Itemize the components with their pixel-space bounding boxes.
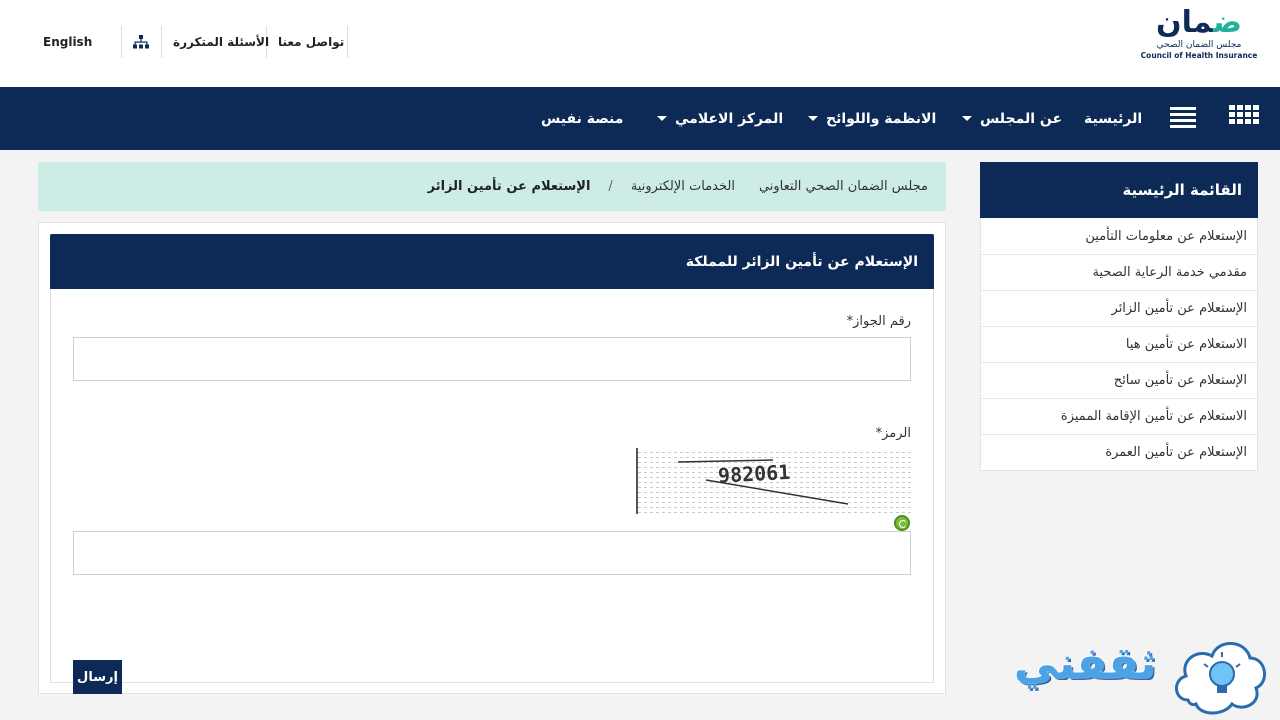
passport-number-label: رقم الجواز* — [846, 314, 911, 329]
breadcrumb-separator: / — [608, 179, 613, 194]
lightbulb-cloud-icon — [1175, 642, 1266, 715]
council-logo[interactable]: ضمان مجلس الضمان الصحي Council of Health… — [1140, 6, 1258, 66]
breadcrumb-home[interactable]: مجلس الضمان الصحي التعاوني — [759, 179, 928, 194]
captcha-code-input[interactable] — [73, 531, 911, 575]
captcha-code-label: الرمز* — [875, 426, 911, 441]
nav-about[interactable]: عن المجلس — [962, 87, 1062, 150]
nav-media-center[interactable]: المركز الاعلامي — [657, 87, 783, 150]
logo-main-text: ضمان — [1156, 5, 1242, 40]
breadcrumb: مجلس الضمان الصحي التعاوني الخدمات الإلك… — [38, 162, 946, 211]
contact-link[interactable]: تواصل معنا — [278, 35, 344, 49]
sidebar-title: القائمة الرئيسية — [980, 162, 1258, 218]
hamburger-menu-icon[interactable] — [1170, 105, 1196, 131]
submit-button[interactable]: إرسال — [73, 660, 122, 694]
nav-about-label: عن المجلس — [980, 110, 1063, 127]
chevron-down-icon — [808, 116, 818, 121]
top-header: ضمان مجلس الضمان الصحي Council of Health… — [0, 0, 1280, 87]
sitemap-icon[interactable] — [133, 35, 149, 49]
sidebar-item-insurance-info[interactable]: الإستعلام عن معلومات التأمين — [981, 218, 1257, 254]
nav-media-label: المركز الاعلامي — [675, 110, 784, 127]
top-divider — [347, 26, 348, 58]
language-switch-link[interactable]: English — [43, 35, 92, 49]
breadcrumb-current: الإستعلام عن تأمين الزائر — [427, 179, 591, 194]
captcha-image: 982061 — [636, 448, 911, 514]
sidebar-item-healthcare-providers[interactable]: مقدمي خدمة الرعاية الصحية — [981, 254, 1257, 290]
nav-nafees-platform[interactable]: منصة نفيس — [541, 87, 623, 150]
sidebar-item-premium-residency-insurance[interactable]: الاستعلام عن تأمين الإقامة المميزة — [981, 398, 1257, 434]
sidebar-item-visitor-insurance[interactable]: الإستعلام عن تأمين الزائر — [981, 290, 1257, 326]
passport-number-input[interactable] — [73, 337, 911, 381]
captcha-code-text: 982061 — [717, 460, 790, 488]
main-navbar: الرئيسية عن المجلس الانظمة واللوائح المر… — [0, 87, 1280, 150]
nav-home[interactable]: الرئيسية — [1084, 87, 1142, 150]
chevron-down-icon — [962, 116, 972, 121]
sidebar-item-haya-insurance[interactable]: الاستعلام عن تأمين هيا — [981, 326, 1257, 362]
refresh-captcha-icon[interactable] — [894, 515, 910, 531]
chevron-down-icon — [657, 116, 667, 121]
nav-regulations[interactable]: الانظمة واللوائح — [808, 87, 936, 150]
sidebar-item-umrah-insurance[interactable]: الإستعلام عن تأمين العمرة — [981, 434, 1257, 470]
faq-link[interactable]: الأسئلة المتكررة — [173, 35, 269, 49]
watermark-text: ثقفني — [1013, 638, 1157, 689]
logo-english-subtitle: Council of Health Insurance — [1140, 51, 1258, 60]
sidebar-menu: الإستعلام عن معلومات التأمين مقدمي خدمة … — [980, 218, 1258, 471]
sidebar-item-tourist-insurance[interactable]: الإستعلام عن تأمين سائح — [981, 362, 1257, 398]
site-watermark: ثقفني — [990, 628, 1270, 720]
top-divider — [121, 26, 122, 58]
form-title: الإستعلام عن تأمين الزائر للمملكة — [50, 234, 934, 289]
top-divider — [161, 26, 162, 58]
breadcrumb-eservices[interactable]: الخدمات الإلكترونية — [631, 179, 735, 194]
logo-arabic-subtitle: مجلس الضمان الصحي — [1156, 40, 1242, 50]
apps-grid-icon[interactable] — [1229, 105, 1259, 131]
nav-regulations-label: الانظمة واللوائح — [826, 110, 937, 127]
